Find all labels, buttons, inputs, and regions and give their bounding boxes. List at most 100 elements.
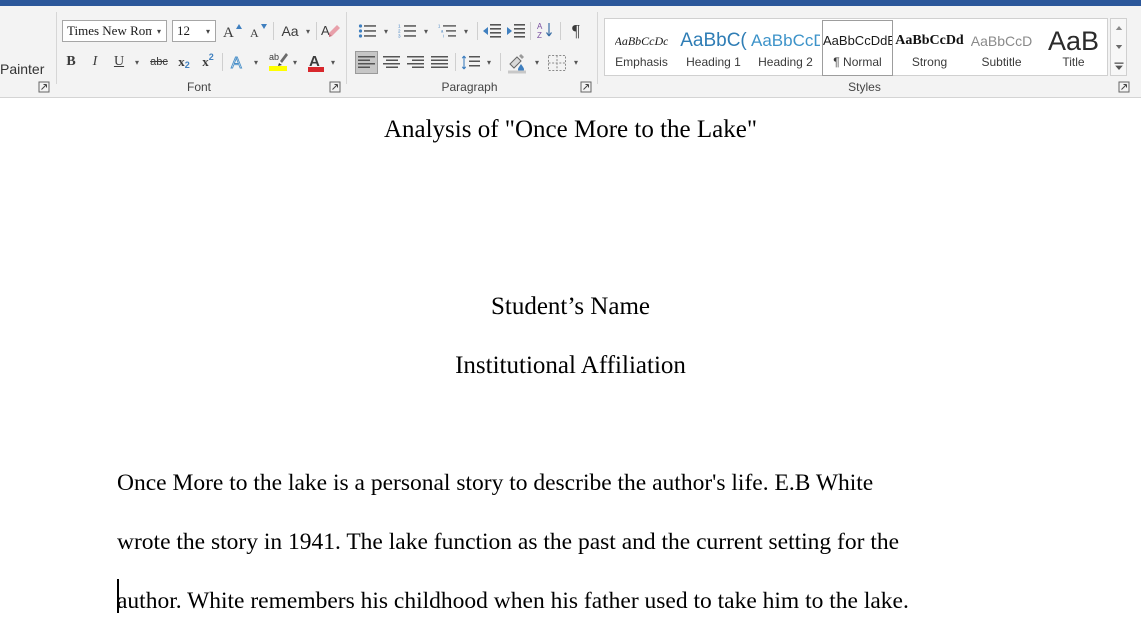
text-effects-button[interactable]: A	[227, 50, 251, 74]
styles-gallery[interactable]: AaBbCcDc Emphasis AaBbC( Heading 1 AaBbC…	[604, 18, 1108, 76]
font-size-value: 12	[177, 23, 190, 38]
style-item-normal[interactable]: AaBbCcDdE ¶ Normal	[822, 20, 893, 76]
font-size-chevron-down-icon[interactable]: ▾	[201, 27, 215, 36]
text-cursor	[117, 579, 119, 613]
numbering-button[interactable]: 1 2 3	[397, 20, 419, 42]
document-body-line: author. White remembers his childhood wh…	[117, 588, 909, 614]
style-preview: AaBbCcD	[751, 30, 820, 50]
style-preview: AaBbC(	[680, 29, 747, 51]
styles-gallery-scrollbar[interactable]	[1110, 18, 1127, 76]
font-color-button[interactable]: A	[304, 49, 328, 75]
line-spacing-chevron-down-icon[interactable]: ▾	[483, 56, 495, 68]
font-size-combo[interactable]: 12 ▾	[172, 20, 216, 42]
svg-text:Z: Z	[537, 31, 542, 40]
document-page[interactable]: Analysis of "Once More to the Lake" Stud…	[0, 99, 1141, 624]
change-case-chevron-down-icon[interactable]: ▾	[302, 25, 314, 37]
svg-text:A: A	[250, 26, 259, 40]
svg-text:A: A	[537, 22, 543, 31]
style-label: Heading 1	[686, 54, 741, 69]
format-painter-label[interactable]: Painter	[0, 61, 44, 77]
multilevel-list-chevron-down-icon[interactable]: ▾	[460, 25, 472, 37]
style-label: Subtitle	[981, 54, 1022, 69]
multilevel-list-button[interactable]: 1 a i	[437, 20, 459, 42]
bold-label: B	[66, 54, 76, 69]
clipboard-dialog-launcher[interactable]	[38, 81, 50, 93]
styles-dialog-launcher[interactable]	[1118, 81, 1130, 93]
svg-text:i: i	[443, 34, 444, 39]
styles-group-label: Styles	[848, 80, 881, 94]
ribbon: Painter Font Times New Roma ▾ 12 ▾ A A A…	[0, 6, 1141, 98]
paragraph-separator-5	[500, 53, 501, 71]
strikethrough-label: abc	[150, 56, 168, 68]
justify-button[interactable]	[428, 51, 451, 74]
font-dialog-launcher[interactable]	[329, 81, 341, 93]
font-name-value: Times New Roma	[67, 23, 152, 38]
document-body-line: wrote the story in 1941. The lake functi…	[117, 529, 900, 555]
font-group-label: Font	[186, 80, 211, 94]
clear-formatting-button[interactable]: A	[319, 19, 343, 43]
shrink-font-button[interactable]: A	[247, 20, 271, 42]
styles-scroll-down-button[interactable]	[1111, 38, 1126, 56]
style-item-emphasis[interactable]: AaBbCcDc Emphasis	[606, 20, 677, 76]
text-highlight-button[interactable]: ab	[266, 49, 290, 75]
font-separator-2	[316, 22, 317, 40]
align-left-button[interactable]	[355, 51, 378, 74]
svg-text:A: A	[321, 23, 330, 38]
document-author-line: Student’s Name	[490, 293, 650, 320]
grow-font-button[interactable]: A	[221, 20, 245, 42]
font-name-combo[interactable]: Times New Roma ▾	[62, 20, 167, 42]
underline-label: U	[113, 54, 125, 69]
show-formatting-marks-button[interactable]: ¶	[565, 19, 587, 43]
decrease-indent-button[interactable]	[481, 20, 503, 42]
style-preview: AaBbCcD	[970, 32, 1033, 49]
style-label: Heading 2	[758, 54, 813, 69]
style-item-heading-2[interactable]: AaBbCcD Heading 2	[750, 20, 821, 76]
paragraph-dialog-launcher[interactable]	[580, 81, 592, 93]
style-item-strong[interactable]: AaBbCcDd Strong	[894, 20, 965, 76]
underline-chevron-down-icon[interactable]: ▾	[131, 56, 143, 68]
shading-chevron-down-icon[interactable]: ▾	[531, 56, 543, 68]
italic-button[interactable]: I	[84, 51, 106, 73]
font-separator-3	[222, 53, 223, 71]
paragraph-separator-4	[455, 53, 456, 71]
style-preview: AaBbCcDd	[895, 32, 964, 48]
text-highlight-chevron-down-icon[interactable]: ▾	[289, 56, 301, 68]
bold-button[interactable]: B	[60, 51, 82, 73]
align-center-button[interactable]	[380, 51, 403, 74]
style-label: Strong	[911, 54, 948, 69]
style-preview: AaBbCcDdE	[823, 32, 892, 48]
subscript-index: 2	[184, 60, 190, 70]
bullets-button[interactable]	[357, 20, 379, 42]
styles-scroll-up-button[interactable]	[1111, 19, 1126, 37]
styles-more-button[interactable]	[1111, 57, 1126, 75]
borders-button[interactable]	[546, 51, 568, 74]
sort-button[interactable]: A Z	[535, 19, 557, 43]
pilcrow-icon: ¶	[572, 21, 580, 40]
superscript-index: 2	[208, 52, 214, 62]
bullets-chevron-down-icon[interactable]: ▾	[380, 25, 392, 37]
style-item-title[interactable]: AaB Title	[1038, 20, 1109, 76]
font-color-chevron-down-icon[interactable]: ▾	[327, 56, 339, 68]
underline-button[interactable]: U	[108, 51, 130, 73]
style-item-subtitle[interactable]: AaBbCcD Subtitle	[966, 20, 1037, 76]
subscript-button[interactable]: x2	[173, 51, 195, 73]
borders-chevron-down-icon[interactable]: ▾	[570, 56, 582, 68]
style-item-heading-1[interactable]: AaBbC( Heading 1	[678, 20, 749, 76]
change-case-button[interactable]: Aa	[276, 20, 304, 42]
change-case-label: Aa	[281, 23, 299, 39]
align-right-button[interactable]	[404, 51, 427, 74]
text-effects-chevron-down-icon[interactable]: ▾	[250, 56, 262, 68]
font-name-chevron-down-icon[interactable]: ▾	[152, 27, 166, 36]
increase-indent-button[interactable]	[505, 20, 527, 42]
strikethrough-button[interactable]: abc	[147, 51, 171, 73]
paragraph-separator-1	[477, 22, 478, 40]
paragraph-separator-2	[530, 22, 531, 40]
svg-text:A: A	[223, 25, 234, 40]
style-preview: AaB	[1047, 27, 1100, 54]
line-spacing-button[interactable]	[460, 51, 482, 74]
superscript-button[interactable]: x2	[197, 51, 219, 73]
shading-button[interactable]	[505, 50, 529, 75]
ribbon-group-clipboard: Painter	[0, 6, 56, 98]
italic-label: I	[92, 54, 98, 69]
numbering-chevron-down-icon[interactable]: ▾	[420, 25, 432, 37]
